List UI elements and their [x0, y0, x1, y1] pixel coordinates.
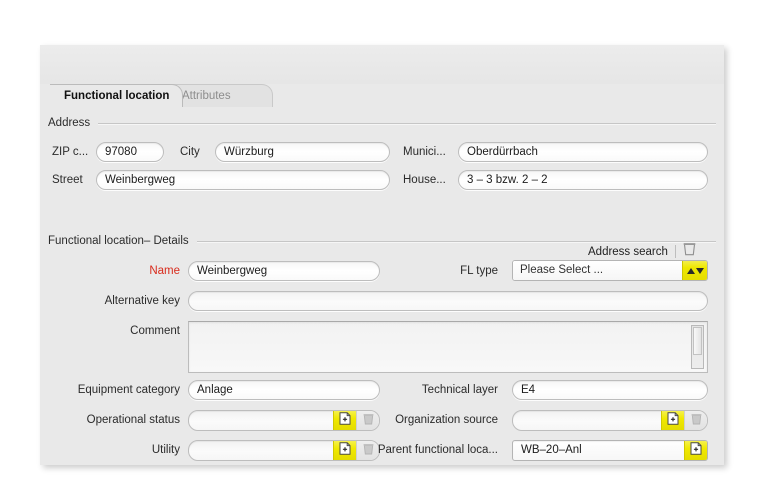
tab-attributes-label: Attributes — [182, 90, 231, 102]
functional-location-window: Attributes Functional location Address Z… — [40, 45, 724, 465]
comment-label: Comment — [130, 325, 180, 337]
trash-icon — [691, 412, 702, 430]
comment-scrollbar-thumb[interactable] — [693, 327, 702, 355]
details-section-title: Functional location– Details — [48, 235, 189, 247]
fl-type-select[interactable]: Please Select ... — [512, 260, 708, 281]
utility-add-button[interactable] — [333, 441, 356, 460]
organization-source-label: Organization source — [395, 414, 498, 426]
operational-status-label: Operational status — [86, 414, 180, 426]
address-section-rule — [98, 122, 716, 124]
street-label: Street — [52, 174, 83, 186]
operational-status-delete-button[interactable] — [356, 411, 379, 430]
name-input[interactable]: Weinbergweg — [188, 261, 380, 281]
operational-status-field-group[interactable] — [188, 410, 380, 431]
page-plus-icon — [339, 441, 351, 460]
page-plus-icon — [339, 411, 351, 430]
organization-source-input[interactable] — [513, 411, 661, 430]
fl-type-label: FL type — [460, 265, 498, 277]
utility-label: Utility — [151, 444, 180, 456]
technical-layer-label: Technical layer — [421, 384, 498, 396]
address-section-header: Address — [48, 116, 716, 130]
tab-functional-location[interactable]: Functional location — [50, 84, 183, 107]
updown-arrows-icon[interactable] — [682, 261, 707, 280]
utility-field-group[interactable] — [188, 440, 380, 461]
organization-source-delete-button[interactable] — [684, 411, 707, 430]
tab-attributes[interactable]: Attributes — [168, 84, 273, 107]
page-plus-icon — [690, 441, 702, 460]
comment-textarea[interactable] — [188, 321, 708, 373]
zip-code-input[interactable]: 97080 — [96, 142, 164, 162]
address-section-title: Address — [48, 117, 91, 129]
parent-functional-location-add-button[interactable] — [684, 441, 707, 460]
street-input[interactable]: Weinbergweg — [96, 170, 390, 190]
operational-status-input[interactable] — [189, 411, 333, 430]
tab-functional-location-label: Functional location — [64, 90, 170, 102]
window-content: Address ZIP c... 97080 City Würzburg Mun… — [40, 84, 724, 465]
parent-functional-location-field-group[interactable]: WB–20–Anl — [512, 440, 708, 461]
fl-type-value: Please Select ... — [513, 261, 682, 280]
alternative-key-input[interactable] — [188, 291, 708, 311]
equipment-category-input[interactable]: Anlage — [188, 380, 380, 400]
window-titlebar — [40, 45, 724, 84]
technical-layer-input[interactable]: E4 — [512, 380, 708, 400]
comment-scrollbar[interactable] — [691, 325, 704, 369]
equipment-category-label: Equipment category — [77, 384, 180, 396]
municipality-input[interactable]: Oberdürrbach — [458, 142, 708, 162]
organization-source-field-group[interactable] — [512, 410, 708, 431]
page-plus-icon — [667, 411, 679, 430]
details-section-rule — [196, 240, 716, 242]
city-input[interactable]: Würzburg — [215, 142, 390, 162]
city-label: City — [180, 146, 200, 158]
parent-functional-location-input[interactable]: WB–20–Anl — [513, 441, 684, 460]
house-number-input[interactable]: 3 – 3 bzw. 2 – 2 — [458, 170, 708, 190]
alternative-key-label: Alternative key — [104, 295, 180, 307]
municipality-label: Munici... — [403, 146, 446, 158]
screenshot-root: Attributes Functional location Address Z… — [0, 0, 768, 500]
utility-input[interactable] — [189, 441, 333, 460]
details-section-header: Functional location– Details — [48, 234, 716, 248]
name-label: Name — [149, 265, 180, 277]
house-number-label: House... — [403, 174, 446, 186]
parent-functional-location-label: Parent functional loca... — [377, 444, 498, 456]
trash-icon — [363, 412, 374, 430]
organization-source-add-button[interactable] — [661, 411, 684, 430]
operational-status-add-button[interactable] — [333, 411, 356, 430]
